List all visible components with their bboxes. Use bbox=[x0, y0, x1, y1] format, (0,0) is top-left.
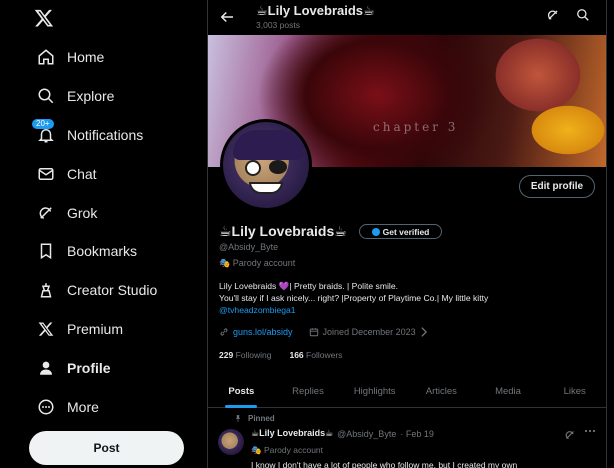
notification-badge: 20+ bbox=[32, 118, 54, 129]
pinned-indicator: Pinned bbox=[234, 414, 275, 423]
chevron-right-icon[interactable] bbox=[420, 327, 428, 337]
tweet-avatar[interactable] bbox=[218, 429, 244, 455]
profile-meta: guns.lol/absidy Joined December 2023 bbox=[219, 327, 428, 337]
follow-spacer bbox=[275, 350, 285, 360]
post-button[interactable]: Post bbox=[29, 431, 184, 465]
website-link[interactable]: guns.lol/absidy bbox=[233, 327, 293, 337]
tweet-date[interactable]: · Feb 19 bbox=[400, 429, 434, 439]
nav-item-home[interactable]: Home bbox=[0, 38, 207, 77]
calendar-icon bbox=[309, 327, 319, 337]
main-nav: Home Explore 20+ Notifications Chat Grok… bbox=[0, 38, 207, 426]
mail-icon bbox=[36, 164, 56, 184]
tab-articles[interactable]: Articles bbox=[408, 376, 475, 407]
search-icon bbox=[36, 86, 56, 106]
link-icon bbox=[219, 327, 229, 337]
tweet-header: ☕Lily Lovebraids☕ @Absidy_Byte · Feb 19 bbox=[251, 428, 434, 439]
following-count: 229 bbox=[219, 350, 234, 360]
bio-mention-link[interactable]: @tvheadzombiega1 bbox=[219, 304, 599, 316]
profile-header-bar: ☕Lily Lovebraids☕ 3,003 posts bbox=[208, 0, 606, 35]
creator-icon bbox=[36, 280, 56, 300]
tab-posts-label: Posts bbox=[228, 386, 255, 397]
nav-item-notifications[interactable]: 20+ Notifications bbox=[0, 116, 207, 155]
pinned-tweet[interactable]: Pinned ☕Lily Lovebraids☕ @Absidy_Byte · … bbox=[208, 409, 606, 468]
nav-label-chat: Chat bbox=[67, 165, 97, 182]
nav-item-profile[interactable]: Profile bbox=[0, 348, 207, 387]
nav-item-chat[interactable]: Chat bbox=[0, 154, 207, 193]
tab-articles-label: Articles bbox=[425, 386, 457, 397]
tab-posts[interactable]: Posts bbox=[208, 376, 275, 408]
following-link[interactable]: 229 Following bbox=[219, 350, 271, 360]
x-icon bbox=[36, 319, 56, 339]
avatar-hair bbox=[233, 130, 303, 160]
edit-profile-button[interactable]: Edit profile bbox=[519, 175, 595, 198]
bio-line-2: You'll stay if I ask nicely... right? |P… bbox=[219, 293, 489, 303]
search-icon[interactable] bbox=[576, 8, 593, 25]
joined-date: Joined December 2023 bbox=[322, 327, 416, 337]
header-profile-name: ☕Lily Lovebraids☕ bbox=[256, 3, 375, 18]
grok-icon bbox=[36, 203, 56, 223]
tab-highlights[interactable]: Highlights bbox=[341, 376, 408, 407]
tab-likes[interactable]: Likes bbox=[541, 376, 606, 407]
x-logo-icon[interactable] bbox=[34, 8, 56, 30]
tab-highlights-label: Highlights bbox=[353, 386, 396, 397]
grok-icon[interactable] bbox=[564, 429, 577, 442]
nav-item-premium[interactable]: Premium bbox=[0, 310, 207, 349]
following-label: Following bbox=[235, 350, 272, 360]
more-icon bbox=[36, 397, 56, 417]
get-verified-label: Get verified bbox=[382, 226, 430, 237]
followers-count: 166 bbox=[289, 350, 304, 360]
tweet-text: I know I don't have a lot of people who … bbox=[251, 460, 518, 468]
nav-item-grok[interactable]: Grok bbox=[0, 193, 207, 232]
verified-badge-icon bbox=[371, 227, 380, 236]
tab-replies[interactable]: Replies bbox=[275, 376, 342, 407]
nav-label-home: Home bbox=[67, 49, 105, 66]
tab-active-indicator bbox=[225, 405, 258, 408]
home-icon bbox=[36, 47, 56, 67]
tab-likes-label: Likes bbox=[563, 386, 586, 397]
nav-label-explore: Explore bbox=[67, 88, 115, 105]
more-options-icon[interactable] bbox=[584, 429, 598, 441]
person-icon bbox=[36, 358, 56, 378]
bio-line-1: Lily Lovebraids 💜| Pretty braids. | Poli… bbox=[219, 281, 398, 291]
profile-column: ☕Lily Lovebraids☕ 3,003 posts chapter 3 … bbox=[207, 0, 607, 468]
pin-icon bbox=[234, 414, 242, 423]
nav-label-creator-studio: Creator Studio bbox=[67, 282, 158, 299]
follow-stats: 229 Following 166 Followers bbox=[219, 350, 342, 360]
left-sidebar: Home Explore 20+ Notifications Chat Grok… bbox=[0, 0, 207, 468]
profile-tabs: Posts Replies Highlights Articles Media … bbox=[208, 376, 606, 408]
profile-bio: Lily Lovebraids 💜| Pretty braids. | Poli… bbox=[219, 280, 599, 316]
header-post-count: 3,003 posts bbox=[256, 20, 300, 30]
tab-media[interactable]: Media bbox=[475, 376, 542, 407]
followers-link[interactable]: 166 Followers bbox=[289, 350, 342, 360]
nav-label-notifications: Notifications bbox=[67, 126, 144, 143]
tweet-author-name[interactable]: ☕Lily Lovebraids☕ bbox=[251, 428, 333, 439]
bookmark-icon bbox=[36, 241, 56, 261]
profile-avatar[interactable] bbox=[220, 119, 312, 211]
profile-name: ☕Lily Lovebraids☕ bbox=[219, 223, 347, 239]
avatar-mouth bbox=[249, 182, 283, 194]
back-arrow-icon[interactable] bbox=[218, 8, 236, 26]
parody-account-label: 🎭 Parody account bbox=[219, 258, 296, 268]
avatar-eye bbox=[245, 160, 261, 176]
followers-label: Followers bbox=[306, 350, 343, 360]
nav-item-creator-studio[interactable]: Creator Studio bbox=[0, 271, 207, 310]
tweet-author-handle[interactable]: @Absidy_Byte bbox=[337, 429, 396, 439]
banner-text: chapter 3 bbox=[373, 120, 459, 134]
tab-media-label: Media bbox=[495, 386, 521, 397]
nav-item-more[interactable]: More bbox=[0, 387, 207, 426]
profile-handle: @Absidy_Byte bbox=[219, 242, 279, 252]
nav-label-premium: Premium bbox=[67, 320, 124, 337]
grok-icon[interactable] bbox=[546, 8, 563, 25]
avatar-eyepatch bbox=[269, 160, 287, 174]
tab-replies-label: Replies bbox=[292, 386, 324, 397]
nav-label-profile: Profile bbox=[67, 359, 111, 376]
pinned-label: Pinned bbox=[248, 414, 275, 423]
nav-label-more: More bbox=[67, 398, 99, 415]
nav-label-grok: Grok bbox=[67, 204, 98, 221]
nav-label-bookmarks: Bookmarks bbox=[67, 243, 138, 260]
nav-item-explore[interactable]: Explore bbox=[0, 77, 207, 116]
get-verified-button[interactable]: Get verified bbox=[359, 224, 442, 239]
tweet-parody-label: 🎭 Parody account bbox=[251, 445, 324, 455]
nav-item-bookmarks[interactable]: Bookmarks bbox=[0, 232, 207, 271]
